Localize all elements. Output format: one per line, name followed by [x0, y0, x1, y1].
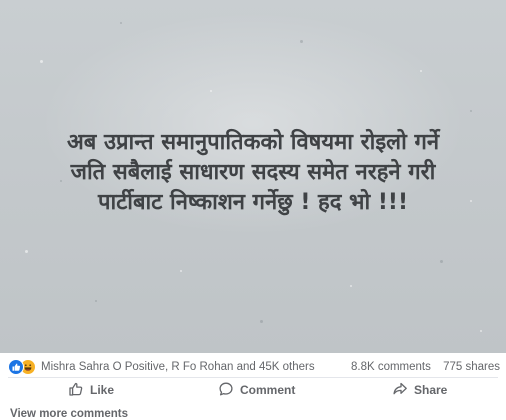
- reactions-summary[interactable]: Mishra Sahra O Positive, R Fo Rohan and …: [8, 359, 315, 375]
- raindrop-texture: [440, 260, 443, 263]
- raindrop-texture: [210, 90, 212, 92]
- raindrop-texture: [40, 60, 43, 63]
- like-button[interactable]: Like: [68, 381, 114, 399]
- raindrop-texture: [470, 110, 472, 112]
- post-text-line: अब उप्रान्त समानुपातिकको विषयमा रोइलो गर…: [66, 130, 440, 155]
- raindrop-texture: [480, 330, 482, 332]
- engagement-bar: Mishra Sahra O Positive, R Fo Rohan and …: [0, 356, 506, 378]
- view-more-comments-link[interactable]: View more comments: [10, 408, 128, 420]
- like-label: Like: [90, 383, 115, 397]
- raindrop-texture: [95, 300, 97, 302]
- post-text: अब उप्रान्त समानुपातिकको विषयमा रोइलो गर…: [0, 128, 506, 218]
- raindrop-texture: [180, 270, 182, 272]
- post-image[interactable]: अब उप्रान्त समानुपातिकको विषयमा रोइलो गर…: [0, 0, 506, 353]
- raindrop-texture: [420, 70, 422, 72]
- share-arrow-icon: [392, 381, 408, 400]
- raindrop-texture: [300, 40, 303, 43]
- raindrop-texture: [260, 320, 263, 323]
- comments-count[interactable]: 8.8K comments: [351, 361, 431, 373]
- raindrop-texture: [120, 22, 122, 24]
- shares-count[interactable]: 775 shares: [443, 361, 500, 373]
- post-text-line: पार्टीबाट निष्काशन गर्नेछु ! हद भो !!!: [98, 190, 408, 215]
- action-bar: Like Comment Share: [0, 378, 506, 402]
- comment-button[interactable]: Comment: [218, 381, 295, 399]
- like-reaction-icon: [8, 359, 24, 375]
- thumbs-up-icon: [68, 381, 84, 400]
- counts: 8.8K comments 775 shares: [351, 361, 500, 373]
- share-button[interactable]: Share: [392, 381, 447, 399]
- share-label: Share: [414, 383, 448, 397]
- comment-bubble-icon: [218, 381, 234, 400]
- raindrop-texture: [350, 285, 352, 287]
- raindrop-texture: [25, 250, 28, 253]
- comment-label: Comment: [240, 383, 296, 397]
- post-text-line: जति सबैलाई साधारण सदस्य समेत नरहने गरी: [70, 160, 436, 185]
- reactors-text[interactable]: Mishra Sahra O Positive, R Fo Rohan and …: [41, 361, 315, 373]
